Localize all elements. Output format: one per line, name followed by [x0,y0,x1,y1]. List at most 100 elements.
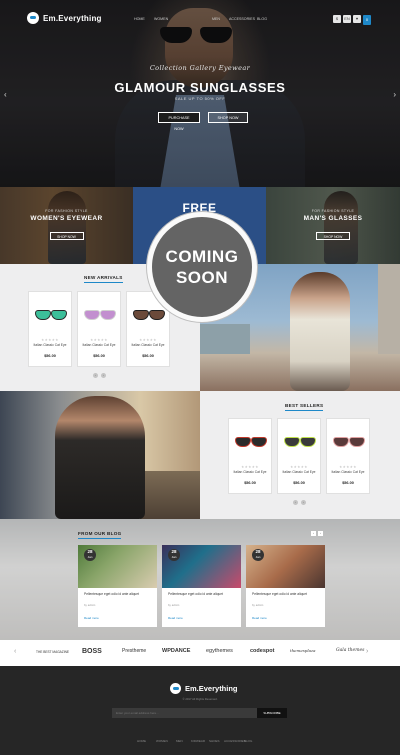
brand-row: THE BEST MAGAZINE BOSS Prestheme WPDANCE… [36,648,370,655]
brand-logos-carousel: ‹ THE BEST MAGAZINE BOSS Prestheme WPDAN… [0,640,400,666]
footer-link-shoes[interactable]: Shoes [209,739,224,743]
post-author: by admin [84,603,96,607]
blog-post[interactable]: 28 Jan Pellentesque eget odio id ante ali… [162,545,241,627]
top-navigation-bar: Em.Everything Home Women Men Accessories… [0,10,400,32]
product-price: $56.00 [93,354,105,358]
brand-logo[interactable]: Prestheme [122,648,162,655]
post-author: by admin [168,603,180,607]
menu-item-accessories[interactable]: Accessories [229,17,257,21]
footer-logo[interactable]: Em.Everything [170,683,238,694]
footer-menu: Home Women Men Kidwear Shoes Accessories… [137,739,256,743]
banner-womens-eyewear[interactable]: For fashion style WOMEN'S EYEWEAR Shop n… [0,187,133,264]
menu-item-women[interactable]: Women [154,17,212,21]
sunglasses-icon [333,437,365,447]
hero-subtitle: Collection Gallery Eyewear [149,64,251,72]
new-arrivals-pager: ‹ › [93,373,106,378]
banner-shop-now-button[interactable]: Shop now [49,232,84,240]
page: Em.Everything Home Women Men Accessories… [0,0,400,755]
footer-link-accessories[interactable]: Accessories [224,739,246,743]
footer-link-home[interactable]: Home [137,739,156,743]
brand-logo[interactable]: egythemes [206,648,250,655]
site-logo[interactable]: Em.Everything [27,12,102,24]
brand-logo[interactable]: Gala themes [336,648,370,655]
product-price: $56.00 [142,354,154,358]
brand-logo[interactable]: codespot [250,648,290,655]
pager-next-icon[interactable]: › [101,373,106,378]
cart-icon[interactable]: 0 [363,15,371,25]
brands-prev-arrow-icon[interactable]: ‹ [14,648,16,655]
post-title[interactable]: Pellentesque eget odio id ante aliquet [252,592,320,596]
sunglasses-icon [235,437,267,447]
brands-next-arrow-icon[interactable]: › [366,648,368,655]
purchase-now-button[interactable]: Purchase now [158,112,200,131]
post-title[interactable]: Pellentesque eget odio id ante aliquet [84,592,152,596]
blog-title: FROM OUR BLOG [78,531,122,539]
product-name[interactable]: Italian Classic Cat Eye [29,343,71,347]
product-card[interactable]: ★★★★★ Italian Classic Cat Eye $56.00 [326,418,370,494]
footer-link-men[interactable]: Men [176,739,191,743]
read-more-link[interactable]: Read more [252,616,267,620]
pager-prev-icon[interactable]: ‹ [293,500,298,505]
brand-logo[interactable]: THE BEST MAGAZINE [36,648,82,655]
blog-prev-icon[interactable]: ‹ [311,531,316,536]
footer-link-kidwear[interactable]: Kidwear [191,739,209,743]
coming-soon-line-1: COMING [165,247,239,266]
footer-link-women[interactable]: Women [156,739,176,743]
product-name[interactable]: Italian Classic Cat Eye [78,343,120,347]
brand-logo[interactable]: themesplaza [290,648,336,655]
newsletter-form: Subscribe [112,708,287,718]
menu-item-men[interactable]: Men [212,17,229,21]
rating-stars: ★★★★★ [139,338,157,342]
shop-now-button[interactable]: Shop now [208,112,248,123]
blog-post[interactable]: 28 Jan Pellentesque eget odio id ante ali… [246,545,325,627]
subscribe-button[interactable]: Subscribe [257,708,287,718]
read-more-link[interactable]: Read more [168,616,183,620]
post-date-badge: 28 Jan [84,549,96,561]
post-title[interactable]: Pellentesque eget odio id ante aliquet [168,592,236,596]
brand-logo[interactable]: BOSS [82,648,122,655]
copyright-text: © 2017 All Rights Reserved. [182,697,218,701]
product-price: $56.00 [342,481,354,485]
hero-sale-text: SALE UP TO 50% OFF [174,96,226,101]
product-card[interactable]: ★★★★★ Italian Classic Cat Eye $56.00 [77,291,121,367]
banner-shop-now-button[interactable]: Shop now [316,232,350,240]
best-sellers-pager: ‹ › [293,500,306,505]
newsletter-email-input[interactable] [112,708,257,718]
coming-soon-badge: COMING SOON [147,212,257,322]
product-name[interactable]: Italian Classic Cat Eye [278,470,320,474]
logo-icon [27,12,39,24]
post-date-badge: 28 Jan [252,549,264,561]
brand-logo[interactable]: WPDANCE [162,648,206,655]
main-menu: Home Women Men Accessories Blog [134,17,271,21]
man-leather-jacket-photo [0,391,200,519]
blog-next-icon[interactable]: › [318,531,323,536]
product-card[interactable]: ★★★★★ Italian Classic Cat Eye $56.00 [28,291,72,367]
post-date-badge: 28 Jan [168,549,180,561]
blog-pager: ‹ › [311,531,323,536]
language-switcher[interactable]: EN [343,15,351,23]
best-sellers-title: BEST SELLERS [285,403,324,411]
footer-link-blog[interactable]: Blog [244,739,256,743]
product-name[interactable]: Italian Classic Cat Eye [327,470,369,474]
banner-title: MAN'S GLASSES [303,215,363,222]
wishlist-icon[interactable]: ♥ [353,15,361,23]
product-name[interactable]: Italian Classic Cat Eye [127,343,169,347]
read-more-link[interactable]: Read more [84,616,99,620]
rating-stars: ★★★★★ [41,338,59,342]
banner-pretitle: For fashion style [311,209,355,213]
pager-next-icon[interactable]: › [301,500,306,505]
model-man [55,396,145,519]
currency-switcher[interactable]: $ [333,15,341,23]
blog-posts: 28 Jan Pellentesque eget odio id ante ali… [78,545,325,627]
menu-item-blog[interactable]: Blog [257,17,271,21]
blog-post[interactable]: 28 Jan Pellentesque eget odio id ante ali… [78,545,157,627]
post-author: by admin [252,603,264,607]
rating-stars: ★★★★★ [90,338,108,342]
footer: Em.Everything © 2017 All Rights Reserved… [0,666,400,755]
product-card[interactable]: ★★★★★ Italian Classic Cat Eye $56.00 [277,418,321,494]
menu-item-home[interactable]: Home [134,17,154,21]
product-name[interactable]: Italian Classic Cat Eye [229,470,271,474]
banner-mans-glasses[interactable]: For fashion style MAN'S GLASSES Shop now [266,187,400,264]
pager-prev-icon[interactable]: ‹ [93,373,98,378]
product-card[interactable]: ★★★★★ Italian Classic Cat Eye $56.00 [228,418,272,494]
